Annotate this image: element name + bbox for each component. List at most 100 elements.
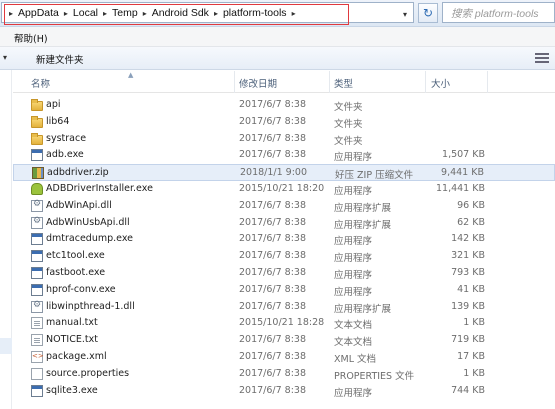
file-type: 应用程序扩展 [334, 202, 392, 214]
file-name: manual.txt [46, 317, 98, 329]
breadcrumb-separator-icon[interactable]: ▸ [211, 9, 221, 18]
file-date: 2017/6/7 8:38 [239, 300, 307, 312]
file-type: XML 文档 [334, 353, 377, 365]
column-size[interactable]: 大小 [431, 76, 450, 90]
file-row[interactable]: adbdriver.zip 2018/1/1 9:00 好压 ZIP 压缩文件 9,4… [13, 164, 555, 181]
file-name: lib64 [46, 115, 70, 127]
folder-icon [31, 132, 43, 145]
file-row[interactable]: etc1tool.exe 2017/6/7 8:38 应用程序 321 KB [13, 248, 555, 265]
column-type[interactable]: 类型 [334, 76, 353, 90]
search-input[interactable]: 搜索 platform-tools [442, 2, 555, 23]
file-size: 1 KB [463, 367, 485, 379]
sort-ascending-icon: ▲ [128, 71, 134, 79]
file-size: 139 KB [451, 300, 485, 312]
breadcrumb-platform-tools[interactable]: platform-tools [221, 7, 289, 19]
address-toolbar: ▸ AppData ▸ Local ▸ Temp ▸ Android Sdk ▸… [0, 0, 555, 27]
file-type: 应用程序扩展 [334, 219, 392, 231]
navigation-pane-selected-item[interactable] [0, 338, 12, 354]
file-date: 2017/6/7 8:38 [239, 199, 307, 211]
breadcrumb-separator-icon[interactable]: ▸ [61, 9, 71, 18]
zip-archive-icon [32, 167, 44, 180]
column-divider[interactable] [425, 71, 426, 93]
address-history-dropdown-icon[interactable]: ▾ [403, 10, 407, 19]
breadcrumb-android-sdk[interactable]: Android Sdk [150, 7, 211, 19]
file-type: 应用程序 [334, 185, 373, 197]
file-date: 2017/6/7 8:38 [239, 216, 307, 228]
exe-file-icon [31, 250, 43, 263]
column-divider[interactable] [487, 71, 488, 93]
file-row[interactable]: libwinpthread-1.dll 2017/6/7 8:38 应用程序扩展 13… [13, 299, 555, 316]
breadcrumb: ▸ AppData ▸ Local ▸ Temp ▸ Android Sdk ▸… [6, 7, 299, 19]
file-row[interactable]: sqlite3.exe 2017/6/7 8:38 应用程序 744 KB [13, 383, 555, 400]
android-installer-icon [31, 182, 43, 195]
breadcrumb-separator-icon[interactable]: ▸ [140, 9, 150, 18]
file-name: etc1tool.exe [46, 250, 105, 262]
file-size: 719 KB [451, 334, 485, 346]
file-row[interactable]: AdbWinApi.dll 2017/6/7 8:38 应用程序扩展 96 KB [13, 198, 555, 215]
view-options-icon[interactable] [535, 53, 549, 63]
file-row[interactable]: source.properties 2017/6/7 8:38 PROPERTIES… [13, 366, 555, 383]
file-row[interactable]: NOTICE.txt 2017/6/7 8:38 文本文档 719 KB [13, 332, 555, 349]
file-date: 2017/6/7 8:38 [239, 99, 307, 110]
file-date: 2017/6/7 8:38 [239, 149, 307, 161]
file-date: 2018/1/1 9:00 [240, 167, 308, 179]
breadcrumb-temp[interactable]: Temp [110, 7, 140, 19]
column-divider[interactable] [234, 71, 235, 93]
file-size: 142 KB [451, 233, 485, 245]
file-name: fastboot.exe [46, 266, 106, 278]
breadcrumb-local[interactable]: Local [71, 7, 100, 19]
file-list: api 2017/6/7 8:38 文件夹 lib64 2017/6/7 8:38 文件夹… [13, 97, 555, 399]
file-row[interactable]: dmtracedump.exe 2017/6/7 8:38 应用程序 142 KB [13, 231, 555, 248]
file-size: 41 KB [457, 283, 485, 295]
file-type: 应用程序 [334, 152, 373, 164]
breadcrumb-separator-icon[interactable]: ▸ [100, 9, 110, 18]
folder-icon [31, 115, 43, 128]
file-name: dmtracedump.exe [46, 233, 134, 245]
properties-file-icon [31, 367, 43, 380]
column-divider[interactable] [329, 71, 330, 93]
file-row[interactable]: manual.txt 2015/10/21 18:28 文本文档 1 KB [13, 315, 555, 332]
file-type: 文件夹 [334, 135, 363, 147]
column-date[interactable]: 修改日期 [239, 76, 277, 90]
file-date: 2017/6/7 8:38 [239, 233, 307, 245]
file-type: 文件夹 [334, 118, 363, 130]
file-row[interactable]: hprof-conv.exe 2017/6/7 8:38 应用程序 41 KB [13, 282, 555, 299]
menu-bar: 帮助(H) [0, 27, 555, 47]
dll-file-icon [31, 300, 43, 313]
organize-dropdown-icon[interactable]: ▾ [3, 53, 7, 62]
file-date: 2017/6/7 8:38 [239, 132, 307, 144]
exe-file-icon [31, 233, 43, 246]
file-type: 文件夹 [334, 102, 363, 113]
file-name: adb.exe [46, 149, 84, 161]
file-name: package.xml [46, 350, 107, 362]
navigation-pane[interactable] [0, 70, 12, 409]
file-row[interactable]: adb.exe 2017/6/7 8:38 应用程序 1,507 KB [13, 147, 555, 164]
address-bar[interactable]: ▸ AppData ▸ Local ▸ Temp ▸ Android Sdk ▸… [1, 2, 414, 25]
file-date: 2017/6/7 8:38 [239, 334, 307, 346]
file-name: sqlite3.exe [46, 384, 98, 396]
file-date: 2017/6/7 8:38 [239, 250, 307, 262]
file-row[interactable]: package.xml 2017/6/7 8:38 XML 文档 17 KB [13, 349, 555, 366]
text-file-icon [31, 334, 43, 347]
file-row[interactable]: systrace 2017/6/7 8:38 文件夹 [13, 131, 555, 148]
file-type: 好压 ZIP 压缩文件 [335, 170, 414, 182]
file-name: AdbWinUsbApi.dll [46, 216, 130, 228]
file-name: ADBDriverInstaller.exe [46, 182, 153, 194]
menu-help[interactable]: 帮助(H) [14, 31, 48, 45]
breadcrumb-separator-icon[interactable]: ▸ [289, 9, 299, 18]
file-row[interactable]: lib64 2017/6/7 8:38 文件夹 [13, 114, 555, 131]
breadcrumb-overflow-icon[interactable]: ▸ [6, 9, 16, 18]
breadcrumb-appdata[interactable]: AppData [16, 7, 61, 19]
column-name[interactable]: 名称 [31, 76, 50, 90]
file-type: 文本文档 [334, 320, 373, 332]
file-size: 17 KB [457, 350, 485, 362]
text-file-icon [31, 317, 43, 330]
new-folder-button[interactable]: 新建文件夹 [36, 52, 84, 66]
file-row[interactable]: ADBDriverInstaller.exe 2015/10/21 18:20 应用… [13, 181, 555, 198]
refresh-button[interactable]: ↻ [418, 3, 438, 23]
file-type: 应用程序 [334, 286, 373, 298]
exe-file-icon [31, 283, 43, 296]
file-row[interactable]: fastboot.exe 2017/6/7 8:38 应用程序 793 KB [13, 265, 555, 282]
file-row[interactable]: api 2017/6/7 8:38 文件夹 [13, 97, 555, 114]
file-row[interactable]: AdbWinUsbApi.dll 2017/6/7 8:38 应用程序扩展 62 KB [13, 215, 555, 232]
